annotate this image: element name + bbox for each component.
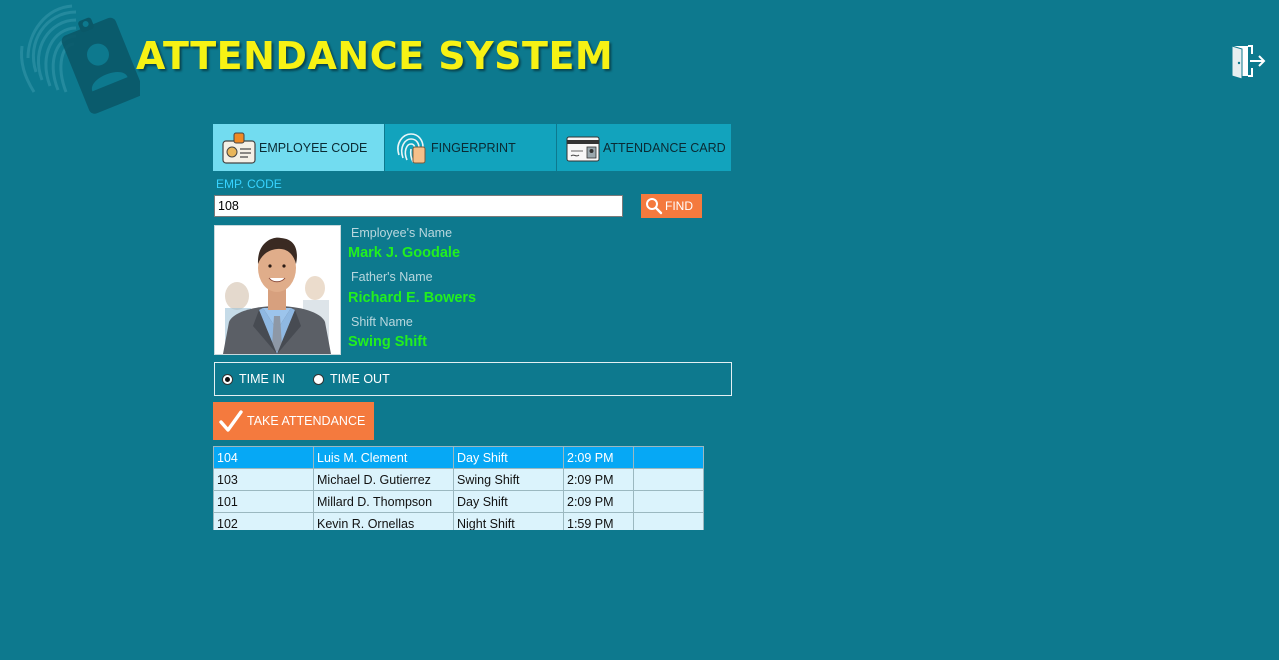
time-in-label: TIME IN — [239, 372, 285, 386]
take-attendance-label: TAKE ATTENDANCE — [247, 414, 366, 428]
radio-checked-icon — [222, 373, 233, 385]
cell-time: 2:09 PM — [564, 469, 634, 491]
radio-unchecked-icon — [313, 373, 324, 385]
tab-fingerprint[interactable]: FINGERPRINT — [385, 124, 557, 171]
tab-label: EMPLOYEE CODE — [259, 140, 368, 155]
emp-code-label: EMP. CODE — [216, 177, 282, 191]
shift-name-label: Shift Name — [351, 315, 413, 329]
cell-time: 2:09 PM — [564, 447, 634, 469]
tab-employee-code[interactable]: EMPLOYEE CODE — [213, 124, 385, 171]
time-out-radio[interactable]: TIME OUT — [313, 372, 390, 386]
fingerprint-id-badge-icon — [20, 4, 140, 114]
cell-extra — [634, 447, 704, 469]
cell-extra — [634, 469, 704, 491]
cell-code: 104 — [214, 447, 314, 469]
cell-time: 1:59 PM — [564, 513, 634, 530]
app-title: ATTENDANCE SYSTEM — [136, 34, 614, 78]
cell-shift: Day Shift — [454, 447, 564, 469]
tab-label: FINGERPRINT — [431, 140, 516, 155]
take-attendance-button[interactable]: TAKE ATTENDANCE — [213, 402, 374, 440]
table-row[interactable]: 102 Kevin R. Ornellas Night Shift 1:59 P… — [214, 513, 704, 530]
tab-attendance-card[interactable]: ATTENDANCE CARD — [557, 124, 731, 171]
find-label: FIND — [665, 199, 693, 213]
exit-door-icon[interactable] — [1228, 42, 1268, 80]
attendance-grid[interactable]: 104 Luis M. Clement Day Shift 2:09 PM 10… — [213, 446, 704, 530]
table-row[interactable]: 101 Millard D. Thompson Day Shift 2:09 P… — [214, 491, 704, 513]
cell-extra — [634, 513, 704, 530]
cell-shift: Swing Shift — [454, 469, 564, 491]
employee-name-value: Mark J. Goodale — [348, 245, 461, 261]
tab-label: ATTENDANCE CARD — [603, 140, 726, 155]
father-name-label: Father's Name — [351, 270, 433, 284]
cell-name: Michael D. Gutierrez — [314, 469, 454, 491]
table-row[interactable]: 103 Michael D. Gutierrez Swing Shift 2:0… — [214, 469, 704, 491]
time-mode-group: TIME IN TIME OUT — [214, 362, 732, 396]
attendance-card-icon — [566, 136, 600, 161]
employee-photo — [214, 225, 341, 355]
cell-shift: Night Shift — [454, 513, 564, 530]
cell-name: Kevin R. Ornellas — [314, 513, 454, 530]
cell-extra — [634, 491, 704, 513]
cell-name: Millard D. Thompson — [314, 491, 454, 513]
attendance-app: ATTENDANCE SYSTEM EMPLOYEE CODE FINGERPR… — [0, 0, 1279, 660]
cell-code: 101 — [214, 491, 314, 513]
time-in-radio[interactable]: TIME IN — [222, 372, 285, 386]
cell-code: 103 — [214, 469, 314, 491]
employee-name-label: Employee's Name — [351, 226, 453, 240]
search-icon — [646, 198, 663, 215]
table-row[interactable]: 104 Luis M. Clement Day Shift 2:09 PM — [214, 447, 704, 469]
time-out-label: TIME OUT — [330, 372, 390, 386]
cell-time: 2:09 PM — [564, 491, 634, 513]
emp-code-input[interactable] — [214, 195, 623, 217]
fingerprint-icon — [397, 132, 426, 163]
employee-portrait-icon — [215, 226, 340, 354]
id-badge-icon — [222, 132, 256, 164]
checkmark-icon — [219, 410, 243, 432]
find-button[interactable]: FIND — [641, 194, 702, 218]
cell-shift: Day Shift — [454, 491, 564, 513]
cell-code: 102 — [214, 513, 314, 530]
mode-tabs: EMPLOYEE CODE FINGERPRINT ATTENDANCE CAR… — [213, 124, 731, 171]
shift-name-value: Swing Shift — [348, 334, 427, 350]
cell-name: Luis M. Clement — [314, 447, 454, 469]
father-name-value: Richard E. Bowers — [348, 290, 477, 306]
